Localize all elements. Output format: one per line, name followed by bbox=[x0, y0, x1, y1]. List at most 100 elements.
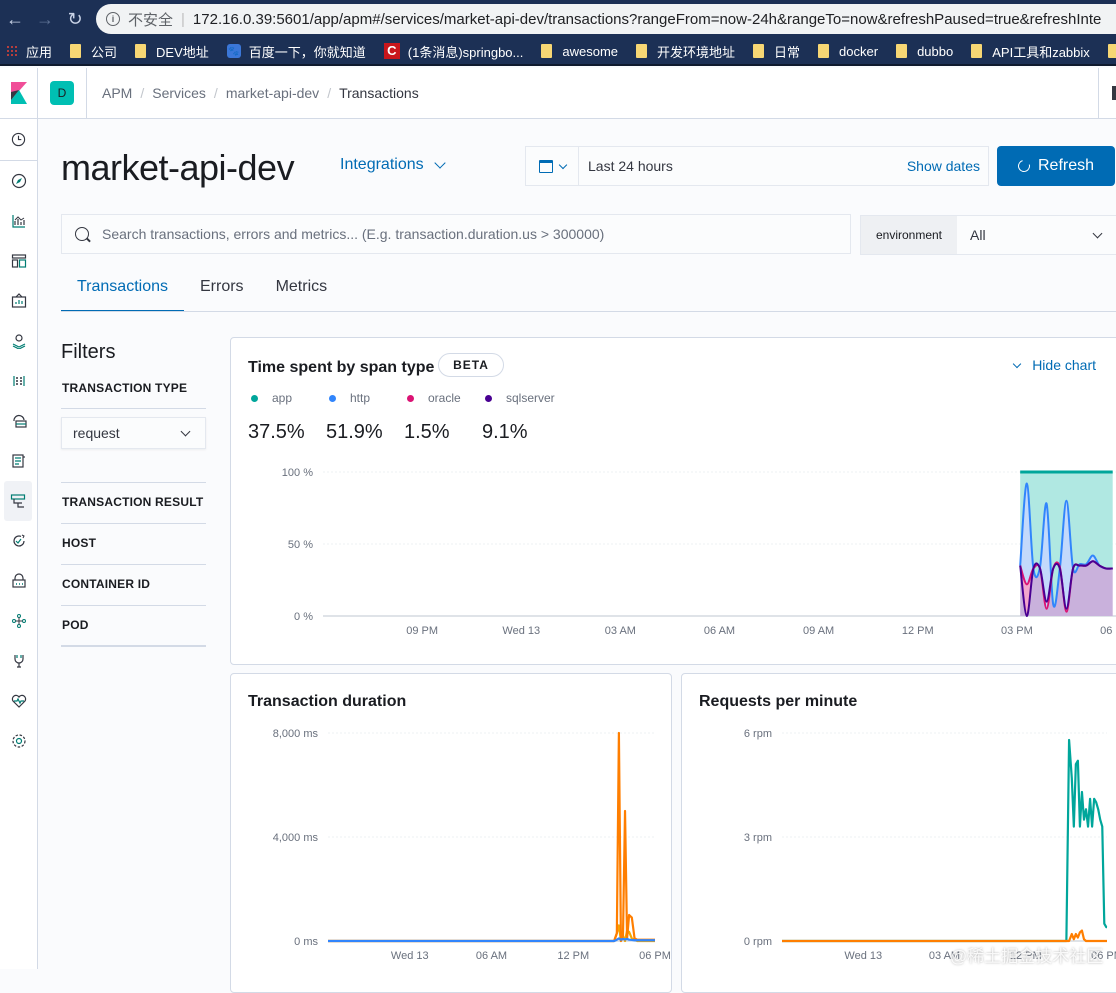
date-range-text[interactable]: Last 24 hours bbox=[588, 158, 907, 174]
filter-divider bbox=[61, 605, 206, 606]
bookmark-item[interactable]: dubbo bbox=[896, 44, 953, 59]
x-tick-label: 06 PM bbox=[1100, 625, 1116, 637]
chevron-down-icon bbox=[1012, 359, 1022, 368]
filter-transaction-result[interactable]: TRANSACTION RESULT bbox=[62, 495, 203, 509]
bookmark-label: 公司 bbox=[91, 44, 118, 60]
requests-per-minute-chart: 0 rpm3 rpm6 rpmWed 1303 AM12 PM06 PM bbox=[744, 728, 1116, 962]
nav-item-apm[interactable] bbox=[4, 481, 32, 521]
nav-item-infrastructure[interactable] bbox=[0, 401, 38, 441]
back-button[interactable]: ← bbox=[0, 4, 30, 34]
legend-label: app bbox=[272, 391, 293, 405]
nav-item-graph[interactable] bbox=[0, 601, 38, 641]
filters-title: Filters bbox=[61, 341, 116, 363]
search-icon bbox=[75, 227, 89, 241]
nav-item-logs[interactable] bbox=[0, 441, 38, 481]
nav-item-discover[interactable] bbox=[0, 161, 38, 201]
transaction-duration-title: Transaction duration bbox=[248, 693, 407, 710]
refresh-label: Refresh bbox=[1037, 157, 1095, 174]
filter-container-id[interactable]: CONTAINER ID bbox=[62, 577, 150, 591]
legend-item-oracle[interactable]: oracle bbox=[404, 391, 482, 405]
nav-item-dashboard[interactable] bbox=[0, 241, 38, 281]
bookmark-item[interactable]: 🐾 百度一下，你就知道 bbox=[226, 42, 366, 61]
breadcrumb-service[interactable]: market-api-dev bbox=[226, 85, 319, 101]
nav-item-dev-tools[interactable] bbox=[0, 641, 38, 681]
legend-dot-icon bbox=[485, 394, 492, 402]
baidu-icon: 🐾 bbox=[226, 44, 241, 58]
breadcrumb-current: Transactions bbox=[339, 85, 419, 101]
legend-dot-icon bbox=[251, 394, 258, 402]
nav-item-management[interactable] bbox=[0, 721, 38, 761]
filter-pod[interactable]: POD bbox=[62, 618, 89, 632]
folder-icon bbox=[896, 44, 908, 58]
bookmark-item[interactable]: 应用 bbox=[6, 42, 52, 61]
bookmark-item[interactable]: docker bbox=[818, 44, 878, 59]
nav-item-machine-learning[interactable] bbox=[0, 361, 38, 401]
bookmark-item[interactable]: C (1条消息)springbo... bbox=[383, 42, 524, 61]
breadcrumb-separator: / bbox=[213, 85, 218, 101]
bookmark-label: awesome bbox=[562, 43, 619, 59]
maps-icon bbox=[12, 334, 26, 349]
legend-value-oracle: 1.5% bbox=[404, 421, 450, 443]
search-input[interactable]: Search transactions, errors and metrics.… bbox=[61, 214, 851, 254]
show-dates-link[interactable]: Show dates bbox=[907, 158, 980, 174]
address-bar[interactable]: i 不安全 | 172.16.0.39:5601/app/apm#/servic… bbox=[96, 4, 1116, 34]
folder-icon bbox=[818, 44, 830, 58]
nav-item-stack-monitoring[interactable] bbox=[0, 681, 38, 721]
y-tick-label: 100 % bbox=[282, 467, 313, 479]
legend-item-app[interactable]: app bbox=[248, 391, 326, 405]
browser-toolbar: ← → ↻ i 不安全 | 172.16.0.39:5601/app/apm#/… bbox=[0, 0, 1116, 38]
filter-transaction-type-label: TRANSACTION TYPE bbox=[62, 381, 188, 395]
forward-button[interactable]: → bbox=[30, 4, 60, 34]
breadcrumb: APM / Services / market-api-dev / Transa… bbox=[102, 85, 419, 101]
tab-errors[interactable]: Errors bbox=[184, 266, 260, 312]
hide-chart-label: Hide chart bbox=[1032, 357, 1096, 373]
bookmark-item[interactable]: 日常 bbox=[753, 42, 800, 61]
filter-divider bbox=[61, 523, 206, 524]
nav-item-siem[interactable] bbox=[0, 561, 38, 601]
legend-dot-icon bbox=[329, 394, 336, 402]
space-avatar[interactable]: D bbox=[50, 81, 74, 105]
hide-chart-button[interactable]: Hide chart bbox=[1012, 357, 1096, 373]
tab-bar: Transactions Errors Metrics bbox=[61, 266, 343, 312]
bookmark-label: (1条消息)springbo... bbox=[407, 44, 524, 60]
bookmark-item[interactable]: 博 bbox=[1107, 42, 1116, 61]
breadcrumb-services[interactable]: Services bbox=[152, 85, 206, 101]
kibana-logo[interactable] bbox=[0, 67, 38, 119]
recently-viewed-button[interactable] bbox=[0, 119, 37, 161]
url-text[interactable]: 172.16.0.39:5601/app/apm#/services/marke… bbox=[193, 11, 1101, 28]
url-separator: | bbox=[181, 10, 185, 28]
x-tick-label: 03 AM bbox=[605, 625, 636, 637]
refresh-button[interactable]: Refresh bbox=[997, 146, 1115, 186]
nav-item-maps[interactable] bbox=[0, 321, 38, 361]
nav-item-uptime[interactable] bbox=[0, 521, 38, 561]
compass-icon bbox=[11, 173, 27, 189]
legend-item-http[interactable]: http bbox=[326, 391, 404, 405]
tab-metrics[interactable]: Metrics bbox=[260, 266, 344, 312]
legend-item-sqlserver[interactable]: sqlserver bbox=[482, 391, 572, 405]
bookmark-item[interactable]: awesome bbox=[541, 44, 618, 59]
reload-button[interactable]: ↻ bbox=[60, 4, 90, 34]
canvas-icon bbox=[11, 293, 27, 308]
bookmark-item[interactable]: DEV地址 bbox=[135, 42, 209, 61]
help-menu-icon[interactable] bbox=[1112, 86, 1116, 100]
quick-select-button[interactable] bbox=[526, 147, 579, 185]
folder-icon bbox=[541, 44, 553, 58]
info-icon[interactable]: i bbox=[106, 12, 120, 26]
breadcrumb-apm[interactable]: APM bbox=[102, 85, 132, 101]
bookmark-label: API工具和zabbix bbox=[992, 44, 1090, 60]
watermark: @稀土掘金技术社区 bbox=[950, 947, 1104, 966]
bookmark-item[interactable]: API工具和zabbix bbox=[971, 42, 1090, 61]
header-divider bbox=[86, 67, 87, 119]
x-tick-label: 09 PM bbox=[406, 625, 438, 637]
integrations-menu[interactable]: Integrations bbox=[340, 156, 446, 174]
kibana-header: D APM / Services / market-api-dev / Tran… bbox=[0, 67, 1116, 119]
tab-transactions[interactable]: Transactions bbox=[61, 266, 184, 312]
nav-item-canvas[interactable] bbox=[0, 281, 38, 321]
bookmark-item[interactable]: 公司 bbox=[70, 42, 117, 61]
nav-item-visualize[interactable] bbox=[0, 201, 38, 241]
legend-label: oracle bbox=[428, 391, 461, 405]
bookmark-item[interactable]: 开发环境地址 bbox=[636, 42, 735, 61]
filter-host[interactable]: HOST bbox=[62, 536, 96, 550]
environment-select[interactable]: environment All bbox=[860, 215, 1116, 255]
transaction-type-select[interactable]: request bbox=[61, 417, 206, 449]
